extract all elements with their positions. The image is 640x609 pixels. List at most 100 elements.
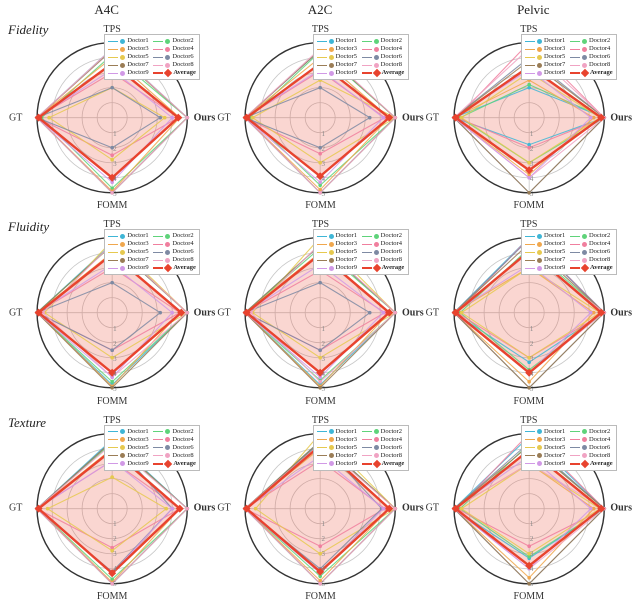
- legend-item-doctor5: Doctor5: [317, 444, 360, 452]
- radial-ticks: 12345: [528, 508, 530, 598]
- figure-page: A4C A2C Pelvic Fidelity Fluidity Texture…: [0, 0, 640, 609]
- legend-item-doctor7: Doctor7: [108, 61, 151, 69]
- legend-item-doctor5: Doctor5: [108, 444, 151, 452]
- legend-item-doctor5: Doctor5: [525, 248, 568, 256]
- legend-item-doctor8: Doctor8: [153, 256, 196, 264]
- radar-fidelity-a2c: TPSOursFOMMGT12345Doctor1Doctor2Doctor3D…: [216, 20, 424, 215]
- legend-item-doctor1: Doctor1: [317, 232, 360, 240]
- legend-item-doctor4: Doctor4: [570, 436, 613, 444]
- legend-item-average: Average: [362, 264, 405, 272]
- radar-fluidity-a2c: TPSOursFOMMGT12345Doctor1Doctor2Doctor3D…: [216, 215, 424, 410]
- legend-box: Doctor1Doctor2Doctor3Doctor4Doctor5Docto…: [104, 34, 200, 80]
- axis-label-gt: GT: [217, 503, 230, 514]
- legend-item-doctor8: Doctor8: [153, 61, 196, 69]
- legend-item-doctor3: Doctor3: [525, 45, 568, 53]
- legend-item-doctor4: Doctor4: [362, 240, 405, 248]
- legend-item-doctor1: Doctor1: [525, 232, 568, 240]
- legend-item-doctor2: Doctor2: [153, 428, 196, 436]
- legend-item-doctor7: Doctor7: [525, 452, 568, 460]
- radar-texture-pelvic: TPSOursFOMMGT12345Doctor1Doctor2Doctor3D…: [425, 411, 633, 606]
- radial-ticks: 12345: [319, 508, 321, 598]
- legend-item-doctor7: Doctor7: [108, 452, 151, 460]
- legend-item-doctor4: Doctor4: [153, 240, 196, 248]
- axis-label-gt: GT: [9, 307, 22, 318]
- legend-item-doctor2: Doctor2: [570, 428, 613, 436]
- radial-ticks: 12345: [528, 313, 530, 403]
- legend-item-doctor3: Doctor3: [108, 240, 151, 248]
- legend-item-doctor4: Doctor4: [153, 45, 196, 53]
- legend-box: Doctor1Doctor2Doctor3Doctor4Doctor5Docto…: [104, 229, 200, 275]
- axis-label-ours: Ours: [402, 112, 424, 123]
- legend-item-doctor3: Doctor3: [525, 436, 568, 444]
- legend-item-doctor5: Doctor5: [317, 53, 360, 61]
- legend-item-doctor3: Doctor3: [108, 45, 151, 53]
- legend-item-doctor3: Doctor3: [108, 436, 151, 444]
- legend-item-average: Average: [153, 264, 196, 272]
- radial-ticks: 12345: [111, 508, 113, 598]
- legend-item-doctor6: Doctor6: [153, 248, 196, 256]
- col-title-a4c: A4C: [0, 2, 213, 20]
- axis-label-gt: GT: [426, 503, 439, 514]
- radar-fidelity-pelvic: TPSOursFOMMGT12345Doctor1Doctor2Doctor3D…: [425, 20, 633, 215]
- legend-item-doctor1: Doctor1: [525, 428, 568, 436]
- col-title-a2c: A2C: [213, 2, 426, 20]
- axis-label-ours: Ours: [194, 112, 216, 123]
- legend-item-average: Average: [153, 460, 196, 468]
- legend-box: Doctor1Doctor2Doctor3Doctor4Doctor5Docto…: [521, 229, 617, 275]
- radar-fidelity-a4c: TPSOursFOMMGT12345Doctor1Doctor2Doctor3D…: [8, 20, 216, 215]
- legend-item-doctor6: Doctor6: [362, 53, 405, 61]
- column-titles: A4C A2C Pelvic: [0, 2, 640, 20]
- axis-label-gt: GT: [9, 503, 22, 514]
- legend-item-doctor1: Doctor1: [108, 37, 151, 45]
- legend-item-doctor6: Doctor6: [570, 444, 613, 452]
- legend-item-doctor7: Doctor7: [317, 61, 360, 69]
- legend-item-doctor2: Doctor2: [362, 37, 405, 45]
- legend-box: Doctor1Doctor2Doctor3Doctor4Doctor5Docto…: [521, 34, 617, 80]
- legend-item-doctor8: Doctor8: [362, 61, 405, 69]
- legend-item-doctor9: Doctor9: [317, 460, 360, 468]
- legend-item-doctor9: Doctor9: [317, 264, 360, 272]
- legend-item-doctor6: Doctor6: [153, 53, 196, 61]
- legend-item-average: Average: [362, 69, 405, 77]
- legend-item-doctor9: Doctor9: [108, 69, 151, 77]
- legend-item-doctor1: Doctor1: [525, 37, 568, 45]
- legend-item-average: Average: [570, 264, 613, 272]
- legend-item-doctor2: Doctor2: [570, 232, 613, 240]
- legend-item-doctor6: Doctor6: [570, 248, 613, 256]
- legend-item-doctor9: Doctor9: [317, 69, 360, 77]
- legend-item-doctor2: Doctor2: [153, 37, 196, 45]
- axis-label-ours: Ours: [610, 112, 632, 123]
- legend-item-doctor8: Doctor8: [570, 61, 613, 69]
- legend-item-doctor7: Doctor7: [317, 256, 360, 264]
- axis-label-ours: Ours: [194, 503, 216, 514]
- legend-item-doctor2: Doctor2: [362, 428, 405, 436]
- legend-box: Doctor1Doctor2Doctor3Doctor4Doctor5Docto…: [313, 34, 409, 80]
- legend-item-average: Average: [570, 69, 613, 77]
- legend-item-doctor5: Doctor5: [108, 248, 151, 256]
- legend-box: Doctor1Doctor2Doctor3Doctor4Doctor5Docto…: [104, 425, 200, 471]
- axis-label-ours: Ours: [402, 307, 424, 318]
- axis-label-gt: GT: [426, 307, 439, 318]
- legend-box: Doctor1Doctor2Doctor3Doctor4Doctor5Docto…: [521, 425, 617, 471]
- legend-item-doctor6: Doctor6: [362, 248, 405, 256]
- legend-item-doctor8: Doctor8: [153, 452, 196, 460]
- legend-item-doctor2: Doctor2: [570, 37, 613, 45]
- legend-item-doctor3: Doctor3: [525, 240, 568, 248]
- axis-label-ours: Ours: [610, 503, 632, 514]
- legend-item-doctor7: Doctor7: [108, 256, 151, 264]
- legend-item-doctor9: Doctor9: [525, 460, 568, 468]
- legend-item-doctor8: Doctor8: [570, 452, 613, 460]
- chart-grid: TPSOursFOMMGT12345Doctor1Doctor2Doctor3D…: [8, 20, 633, 606]
- legend-item-doctor5: Doctor5: [317, 248, 360, 256]
- legend-item-doctor4: Doctor4: [362, 45, 405, 53]
- legend-item-doctor3: Doctor3: [317, 45, 360, 53]
- legend-item-doctor9: Doctor9: [525, 69, 568, 77]
- legend-item-doctor4: Doctor4: [570, 240, 613, 248]
- legend-item-doctor4: Doctor4: [362, 436, 405, 444]
- legend-item-doctor8: Doctor8: [362, 452, 405, 460]
- radial-ticks: 12345: [319, 313, 321, 403]
- axis-label-gt: GT: [9, 112, 22, 123]
- legend-item-doctor1: Doctor1: [108, 428, 151, 436]
- legend-item-average: Average: [153, 69, 196, 77]
- legend-item-doctor9: Doctor9: [108, 264, 151, 272]
